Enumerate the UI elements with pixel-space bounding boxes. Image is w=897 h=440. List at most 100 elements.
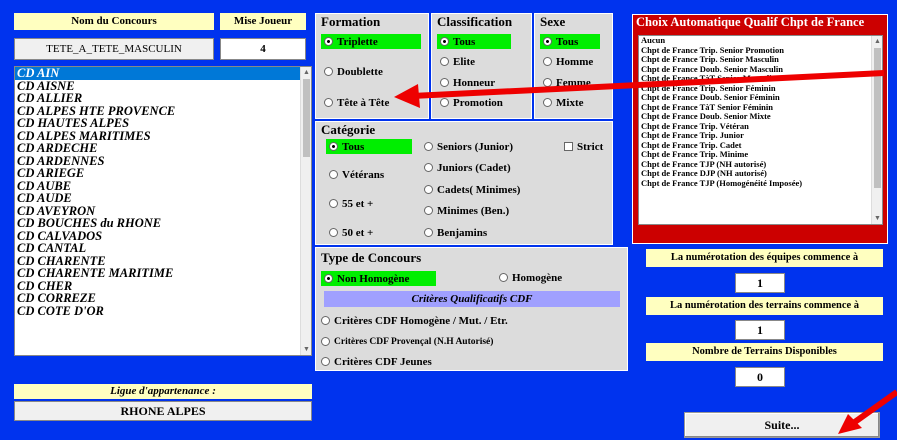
- criteres-header: Critères Qualificatifs CDF: [324, 291, 620, 307]
- radio-icon: [324, 274, 333, 283]
- formation-title: Formation: [321, 14, 381, 29]
- radio-icon: [440, 57, 449, 66]
- mise-joueur-header: Mise Joueur: [220, 13, 306, 30]
- department-item[interactable]: CD HAUTES ALPES: [15, 117, 311, 130]
- qualif-title: Choix Automatique Qualif Chpt de France: [636, 15, 865, 29]
- radio-icon: [424, 142, 433, 151]
- department-item[interactable]: CD ALLIER: [15, 92, 311, 105]
- department-scrollbar[interactable]: ▲ ▼: [300, 67, 311, 355]
- department-items: CD AIN CD AISNE CD ALLIER CD ALPES HTE PROV…: [15, 67, 311, 317]
- sexe-title: Sexe: [540, 14, 566, 29]
- categorie-cadets[interactable]: Cadets( Minimes): [421, 182, 520, 197]
- sexe-mixte[interactable]: Mixte: [540, 95, 583, 110]
- type-concours-group: Type de Concours Non Homogène Homogène C…: [315, 247, 628, 371]
- homogene-radio[interactable]: Homogène: [496, 270, 562, 285]
- checkbox-icon: [564, 142, 573, 151]
- qualif-scrollbar[interactable]: ▲ ▼: [871, 36, 882, 224]
- radio-icon: [543, 98, 552, 107]
- categorie-title: Catégorie: [321, 122, 376, 137]
- radio-icon: [543, 57, 552, 66]
- categorie-group: Catégorie Tous Vétérans 55 et + 50 et + …: [315, 121, 613, 245]
- scroll-thumb[interactable]: [874, 48, 881, 188]
- formation-doublette[interactable]: Doublette: [321, 64, 383, 79]
- scroll-down-icon[interactable]: ▼: [872, 213, 882, 224]
- qualif-item[interactable]: Chpt de France TJP (Homogénéité Imposée): [639, 178, 882, 189]
- equipes-start-field[interactable]: 1: [735, 273, 785, 293]
- scroll-up-icon[interactable]: ▲: [872, 36, 882, 47]
- radio-icon: [329, 170, 338, 179]
- sexe-tous[interactable]: Tous: [540, 34, 600, 49]
- radio-icon: [424, 163, 433, 172]
- department-list[interactable]: CD AIN CD AISNE CD ALLIER CD ALPES HTE PROV…: [14, 66, 312, 356]
- radio-icon: [324, 37, 333, 46]
- radio-icon: [324, 98, 333, 107]
- radio-icon: [321, 337, 330, 346]
- department-item[interactable]: CD BOUCHES du RHONE: [15, 217, 311, 230]
- radio-icon: [543, 37, 552, 46]
- scroll-thumb[interactable]: [303, 79, 310, 157]
- mise-joueur-field[interactable]: 4: [220, 38, 306, 60]
- qualif-panel: Choix Automatique Qualif Chpt de France …: [632, 14, 888, 244]
- sexe-homme[interactable]: Homme: [540, 54, 593, 69]
- formation-triplette[interactable]: Triplette: [321, 34, 421, 49]
- department-item[interactable]: CD CHARENTE MARITIME: [15, 267, 311, 280]
- radio-icon: [329, 228, 338, 237]
- radio-icon: [440, 37, 449, 46]
- criteres-cdf-homogene[interactable]: Critères CDF Homogène / Mut. / Etr.: [318, 313, 508, 328]
- qualif-list[interactable]: Aucun Chpt de France Trip. Senior Promoti…: [638, 35, 883, 225]
- concours-name-header: Nom du Concours: [14, 13, 214, 30]
- categorie-tous[interactable]: Tous: [326, 139, 412, 154]
- department-item[interactable]: CD AIN: [15, 67, 311, 80]
- radio-icon: [499, 273, 508, 282]
- formation-tete-a-tete[interactable]: Tête à Tête: [321, 95, 389, 110]
- classification-title: Classification: [437, 14, 513, 29]
- radio-icon: [424, 206, 433, 215]
- categorie-veterans[interactable]: Vétérans: [326, 167, 384, 182]
- terrains-start-label: La numérotation des terrains commence à: [646, 297, 883, 315]
- scroll-down-icon[interactable]: ▼: [301, 344, 311, 355]
- ligue-value: RHONE ALPES: [14, 401, 312, 421]
- classification-honneur[interactable]: Honneur: [437, 75, 495, 90]
- classification-elite[interactable]: Elite: [437, 54, 475, 69]
- radio-icon: [543, 78, 552, 87]
- department-item[interactable]: CD CORREZE: [15, 292, 311, 305]
- equipes-start-label: La numérotation des équipes commence à: [646, 249, 883, 267]
- nb-terrains-field[interactable]: 0: [735, 367, 785, 387]
- radio-icon: [321, 316, 330, 325]
- sexe-femme[interactable]: Femme: [540, 75, 591, 90]
- nb-terrains-label: Nombre de Terrains Disponibles: [646, 343, 883, 361]
- scroll-up-icon[interactable]: ▲: [301, 67, 311, 78]
- categorie-minimes[interactable]: Minimes (Ben.): [421, 203, 509, 218]
- type-concours-title: Type de Concours: [321, 250, 422, 265]
- department-item[interactable]: CD CANTAL: [15, 242, 311, 255]
- categorie-50-plus[interactable]: 50 et +: [326, 225, 373, 240]
- categorie-seniors[interactable]: Seniors (Junior): [421, 139, 513, 154]
- classification-tous[interactable]: Tous: [437, 34, 511, 49]
- radio-icon: [440, 78, 449, 87]
- radio-icon: [424, 185, 433, 194]
- department-item[interactable]: CD COTE D'OR: [15, 304, 311, 318]
- classification-group: Classification Tous Elite Honneur Promot…: [431, 13, 532, 119]
- sexe-group: Sexe Tous Homme Femme Mixte: [534, 13, 613, 119]
- department-item[interactable]: CD AUDE: [15, 192, 311, 205]
- radio-icon: [321, 357, 330, 366]
- categorie-strict[interactable]: Strict: [561, 139, 603, 154]
- categorie-55-plus[interactable]: 55 et +: [326, 196, 373, 211]
- department-item[interactable]: CD ARIEGE: [15, 167, 311, 180]
- radio-icon: [329, 199, 338, 208]
- categorie-juniors[interactable]: Juniors (Cadet): [421, 160, 511, 175]
- terrains-start-field[interactable]: 1: [735, 320, 785, 340]
- concours-name-field[interactable]: TETE_A_TETE_MASCULIN: [14, 38, 214, 60]
- radio-icon: [424, 228, 433, 237]
- criteres-cdf-provencal[interactable]: Critères CDF Provençal (N.H Autorisé): [318, 334, 493, 349]
- suite-button[interactable]: Suite...: [684, 412, 880, 438]
- non-homogene-radio[interactable]: Non Homogène: [321, 271, 436, 286]
- radio-icon: [324, 67, 333, 76]
- qualif-items: Aucun Chpt de France Trip. Senior Promoti…: [639, 36, 882, 188]
- department-item[interactable]: CD ARDECHE: [15, 142, 311, 155]
- radio-icon: [329, 142, 338, 151]
- classification-promotion[interactable]: Promotion: [437, 95, 503, 110]
- categorie-benjamins[interactable]: Benjamins: [421, 225, 487, 240]
- formation-group: Formation Triplette Doublette Tête à Têt…: [315, 13, 429, 119]
- criteres-cdf-jeunes[interactable]: Critères CDF Jeunes: [318, 354, 432, 369]
